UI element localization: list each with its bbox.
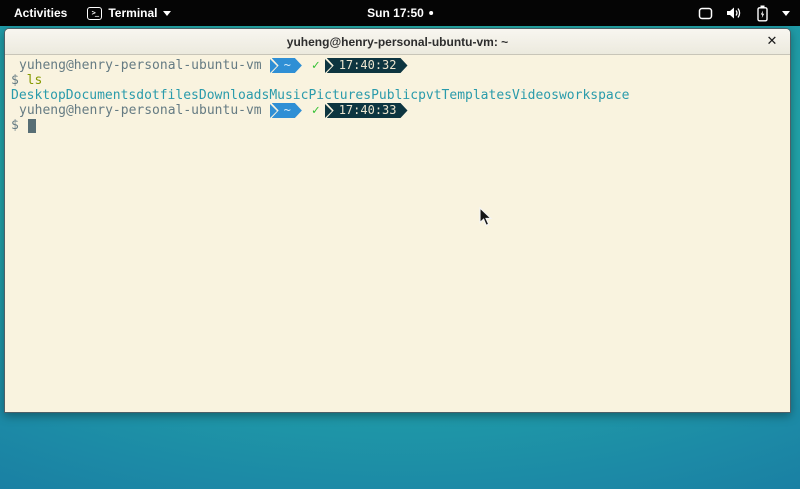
notification-dot-icon (429, 11, 433, 15)
directory-entry: Templates (442, 88, 512, 103)
terminal-cursor (28, 119, 36, 133)
app-menu-terminal[interactable]: >_ Terminal (87, 6, 171, 20)
command-text: ls (27, 73, 43, 88)
terminal-icon: >_ (87, 7, 102, 20)
prompt-time: 17:40:33 (327, 103, 408, 118)
spacer (19, 73, 27, 88)
top-bar: Activities >_ Terminal Sun 17:50 (0, 0, 800, 26)
terminal-content[interactable]: yuheng@henry-personal-ubuntu-vm ~ ✓ 17:4… (5, 55, 790, 412)
directory-entry: Pictures (308, 88, 371, 103)
ls-output-line: Desktop Documents dotfiles Downloads Mus… (11, 88, 790, 103)
prompt-symbol: $ (11, 73, 19, 88)
prompt-symbol: $ (11, 118, 19, 133)
battery-charging-icon[interactable] (756, 5, 769, 22)
prompt-cwd-segment: ~ (270, 58, 302, 73)
directory-entry: pvt (418, 88, 441, 103)
clock-button[interactable]: Sun 17:50 (367, 6, 433, 20)
checkmark-icon: ✓ (312, 58, 320, 73)
display-icon[interactable] (698, 7, 713, 20)
directory-entry: Music (269, 88, 308, 103)
directory-entry: Videos (512, 88, 559, 103)
close-icon[interactable]: ✕ (763, 33, 781, 51)
directory-entry: Desktop (11, 88, 66, 103)
prompt-user-host: yuheng@henry-personal-ubuntu-vm (19, 58, 262, 73)
chevron-down-icon[interactable] (782, 11, 790, 16)
directory-entry: dotfiles (136, 88, 199, 103)
prompt-user-host: yuheng@henry-personal-ubuntu-vm (19, 103, 262, 118)
directory-entry: Public (371, 88, 418, 103)
prompt-time-segment: 17:40:33 (325, 103, 408, 118)
directory-entry: Documents (66, 88, 136, 103)
activities-button[interactable]: Activities (10, 4, 71, 22)
prompt-time-segment: 17:40:32 (325, 58, 408, 73)
spacer (19, 118, 27, 133)
directory-entry: workspace (559, 88, 629, 103)
app-menu-label: Terminal (108, 6, 157, 20)
volume-icon[interactable] (726, 6, 743, 20)
command-line: $ ls (11, 73, 790, 88)
window-titlebar[interactable]: yuheng@henry-personal-ubuntu-vm: ~ ✕ (5, 29, 790, 55)
directory-entry: Downloads (199, 88, 269, 103)
input-line: $ (11, 118, 790, 133)
checkmark-icon: ✓ (312, 103, 320, 118)
window-title: yuheng@henry-personal-ubuntu-vm: ~ (287, 35, 508, 49)
prompt-time: 17:40:32 (327, 58, 408, 73)
prompt-cwd-segment: ~ (270, 103, 302, 118)
prompt-line-2: yuheng@henry-personal-ubuntu-vm ~ ✓ 17:4… (11, 103, 790, 118)
clock-label: Sun 17:50 (367, 6, 424, 20)
status-area (698, 5, 790, 22)
chevron-down-icon (163, 11, 171, 16)
prompt-line-1: yuheng@henry-personal-ubuntu-vm ~ ✓ 17:4… (11, 58, 790, 73)
terminal-window: yuheng@henry-personal-ubuntu-vm: ~ ✕ yuh… (4, 28, 791, 413)
